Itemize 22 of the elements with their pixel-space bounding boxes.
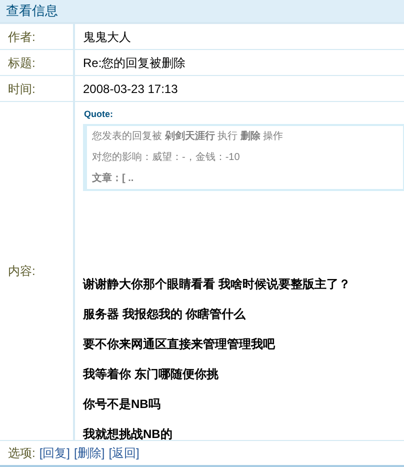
- field-label: 时间:: [8, 80, 36, 98]
- message-paragraph: 我等着你 东门哪随便你挑: [83, 366, 220, 380]
- field-value: 鬼鬼大人: [83, 28, 131, 46]
- quote-line: 文章：[ ..: [92, 172, 135, 184]
- panel-title: 查看信息: [6, 2, 58, 20]
- message-paragraph: 服务器 我报怨我的 你瞎管什么: [83, 306, 247, 320]
- quote-heading: Quote:: [84, 108, 114, 121]
- quote-line: 您发表的回复被 剁剑天涯行 执行 删除 操作: [92, 130, 284, 142]
- action-link[interactable]: [删除]: [74, 444, 105, 462]
- quote-line: 对您的影响：威望：-，金钱：-10: [92, 150, 241, 164]
- message-paragraph: 我就想挑战NB的: [83, 426, 174, 440]
- message-paragraph: 你号不是NB吗: [83, 396, 162, 410]
- field-label: 选项:: [8, 445, 36, 462]
- field-label: 内容:: [8, 263, 36, 280]
- message-paragraph: 要不你来网通区直接来管理管理我吧: [83, 336, 276, 350]
- action-link[interactable]: [回复]: [39, 444, 70, 462]
- message-paragraph: 谢谢静大你那个眼睛看看 我啥时候说要整版主了？: [83, 276, 352, 290]
- field-value: 2008-03-23 17:13: [83, 80, 178, 98]
- action-link[interactable]: [返回]: [108, 444, 140, 462]
- field-value: Re:您的回复被删除: [83, 54, 186, 72]
- field-label: 作者:: [8, 28, 36, 46]
- field-label: 标题:: [8, 54, 36, 72]
